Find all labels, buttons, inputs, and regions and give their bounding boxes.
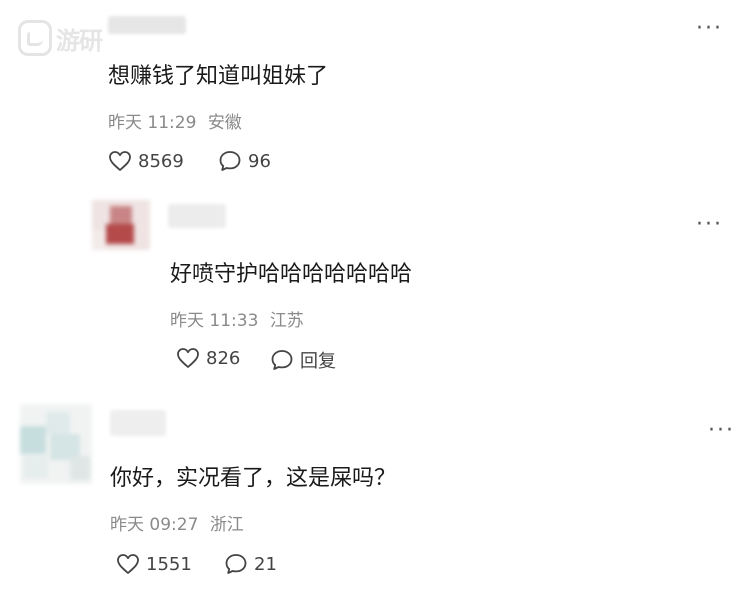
reply-label: 回复	[300, 351, 336, 372]
comment-location: 江苏	[269, 311, 304, 331]
watermark-logo: 游研	[18, 20, 103, 56]
gamepad-logo-icon	[18, 20, 52, 56]
like-button[interactable]: 1551	[116, 553, 192, 575]
comment-meta: 昨天 11:29 安徽	[108, 108, 242, 133]
comment-time: 昨天 09:27	[110, 515, 199, 535]
comment-text: 好喷守护哈哈哈哈哈哈哈	[170, 262, 413, 287]
heart-outline-icon	[109, 151, 131, 171]
like-button[interactable]: 826	[176, 347, 240, 369]
comment-meta: 昨天 11:33 江苏	[170, 306, 304, 331]
comment-time: 昨天 11:33	[170, 311, 259, 331]
username-blurred[interactable]	[108, 16, 186, 34]
heart-outline-icon	[177, 348, 199, 368]
speech-bubble-icon	[219, 151, 241, 171]
reply-button[interactable]: 回复	[270, 347, 336, 373]
watermark-text: 游研	[56, 26, 103, 55]
avatar[interactable]	[20, 404, 92, 484]
username-blurred[interactable]	[110, 410, 166, 436]
speech-bubble-icon	[225, 554, 247, 574]
more-options-icon[interactable]: ···	[696, 214, 723, 236]
avatar[interactable]	[92, 200, 150, 250]
more-options-icon[interactable]: ···	[696, 18, 723, 40]
more-options-icon[interactable]: ···	[708, 420, 735, 442]
comment-button[interactable]: 21	[224, 553, 277, 575]
reply-count: 96	[248, 150, 271, 172]
speech-bubble-icon	[271, 350, 293, 370]
comment-location: 浙江	[209, 515, 244, 535]
like-button[interactable]: 8569	[108, 150, 184, 172]
comment-text: 想赚钱了知道叫姐妹了	[108, 64, 329, 89]
comment-button[interactable]: 96	[218, 150, 271, 172]
comment-meta: 昨天 09:27 浙江	[110, 510, 244, 535]
username-blurred[interactable]	[168, 204, 226, 228]
comment-location: 安徽	[207, 113, 242, 133]
like-count: 8569	[138, 150, 184, 172]
like-count: 826	[206, 347, 241, 369]
like-count: 1551	[146, 553, 192, 575]
comment-text: 你好，实况看了，这是屎吗？	[110, 466, 397, 491]
reply-count: 21	[254, 553, 277, 575]
comment-time: 昨天 11:29	[108, 113, 197, 133]
heart-outline-icon	[117, 554, 139, 574]
